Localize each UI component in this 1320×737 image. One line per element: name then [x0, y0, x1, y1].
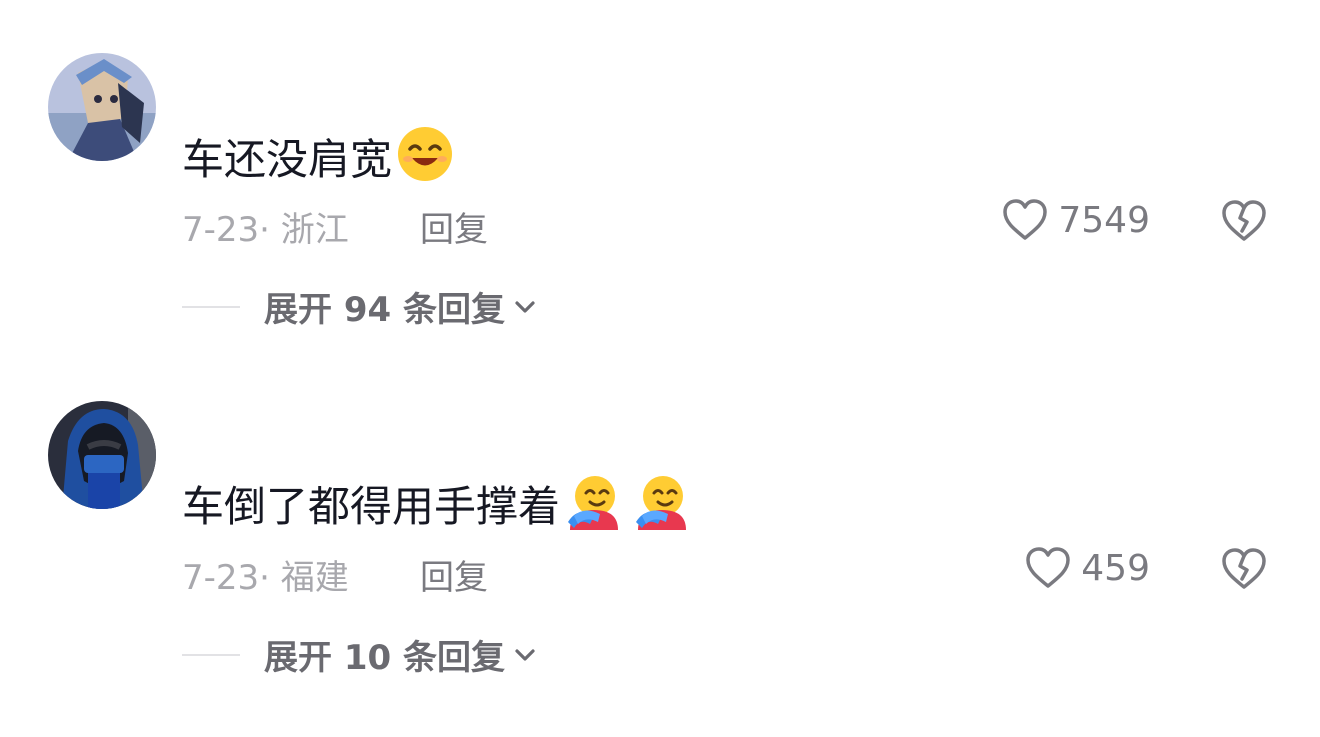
like-count: 7549	[1058, 199, 1150, 241]
divider-line	[182, 305, 240, 308]
broken-heart-icon	[1222, 200, 1266, 241]
like-button[interactable]: 459	[1025, 546, 1150, 590]
expand-replies-button[interactable]: 展开 94 条回复	[182, 282, 537, 331]
user-avatar[interactable]	[48, 401, 156, 509]
reply-button[interactable]: 回复	[420, 202, 488, 251]
chevron-down-icon	[515, 300, 535, 313]
hooded-person-avatar-icon	[48, 401, 156, 509]
comment-date: 7-23·	[182, 210, 270, 250]
hugging-face-emoji-icon	[632, 472, 690, 541]
comment-text-content: 车还没肩宽	[182, 134, 393, 184]
expand-replies-label: 展开 10 条回复	[264, 638, 505, 678]
comment-meta: 7-23· 浙江	[182, 202, 349, 251]
expand-replies-label: 展开 94 条回复	[264, 290, 505, 330]
expand-replies-button[interactable]: 展开 10 条回复	[182, 630, 537, 679]
anime-character-avatar-icon	[48, 53, 156, 161]
dislike-button[interactable]	[1220, 198, 1268, 248]
heart-icon	[1003, 199, 1048, 240]
heart-icon	[1026, 547, 1071, 588]
comment-text: 车还没肩宽	[182, 125, 454, 194]
broken-heart-icon	[1222, 548, 1266, 589]
dislike-button[interactable]	[1220, 546, 1268, 596]
comment-text-content: 车倒了都得用手撑着	[182, 481, 561, 531]
chevron-down-icon	[515, 648, 535, 661]
like-button[interactable]: 7549	[1002, 198, 1150, 242]
comment-text: 车倒了都得用手撑着	[182, 472, 690, 541]
comment-location: 福建	[280, 558, 349, 598]
divider-line	[182, 653, 240, 656]
comment-meta: 7-23· 福建	[182, 550, 349, 599]
hugging-face-emoji-icon	[564, 472, 622, 541]
like-count: 459	[1081, 547, 1150, 589]
comment-location: 浙江	[280, 210, 349, 250]
user-avatar[interactable]	[48, 53, 156, 161]
comment-date: 7-23·	[182, 558, 270, 598]
reply-button[interactable]: 回复	[420, 550, 488, 599]
smiling-face-emoji-icon	[396, 125, 454, 194]
